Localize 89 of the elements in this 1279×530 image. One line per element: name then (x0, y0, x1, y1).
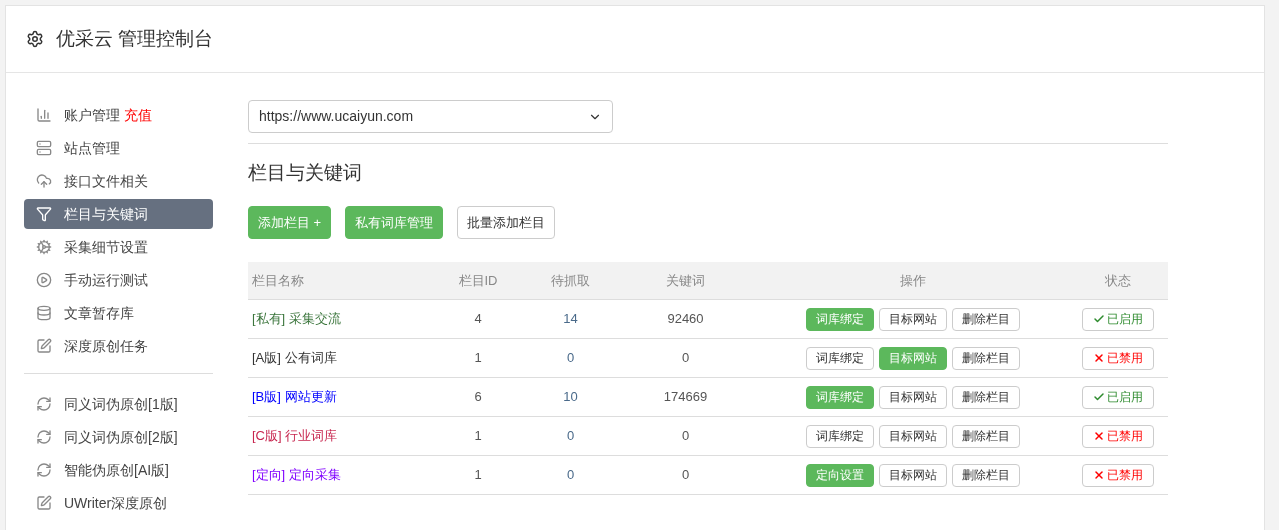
sidebar-item[interactable]: 深度原创任务 (24, 331, 213, 361)
recharge-link[interactable]: 充值 (124, 104, 152, 126)
server-icon (36, 140, 52, 156)
table-cell: 1 (474, 467, 482, 483)
sidebar-item[interactable]: 智能伪原创[AI版] (24, 455, 213, 485)
check-icon (1093, 313, 1105, 325)
column-name[interactable]: [C版] 行业词库 (252, 428, 338, 444)
table-cell: 4 (474, 311, 482, 327)
table-cell: 10 (563, 389, 578, 405)
cloud-upload-icon (36, 173, 52, 189)
status-button[interactable]: 已禁用 (1082, 424, 1154, 448)
status-button[interactable]: 已启用 (1082, 307, 1154, 331)
row-action-button[interactable]: 删除栏目 (952, 463, 1020, 487)
sidebar-label: 同义词伪原创[2版] (64, 427, 178, 447)
row-action-button[interactable]: 目标网站 (879, 307, 947, 331)
table-cell: 0 (566, 428, 575, 444)
sidebar-item[interactable]: 文章暂存库 (24, 298, 213, 328)
sidebar-item[interactable]: UWriter深度原创 (24, 488, 213, 518)
table-cell: 0 (566, 350, 575, 366)
row-action-button[interactable]: 目标网站 (879, 463, 947, 487)
column-name[interactable]: [定向] 定向采集 (252, 467, 341, 483)
column-header: 状态 (1104, 271, 1132, 290)
table-cell: 1 (474, 350, 482, 366)
cross-icon (1093, 430, 1105, 442)
column-header: 待抓取 (550, 271, 591, 290)
edit-icon (36, 338, 52, 354)
column-name[interactable]: [A版] 公有词库 (252, 350, 337, 366)
column-name[interactable]: [私有] 采集交流 (252, 311, 341, 327)
table-cell: 14 (563, 311, 578, 327)
column-header: 栏目名称 (251, 271, 305, 290)
table-cell: 0 (566, 467, 575, 483)
table-cell: 0 (681, 467, 690, 483)
gears-icon (36, 239, 52, 255)
filter-icon (36, 206, 52, 222)
sidebar-label: 账户管理 (64, 105, 120, 125)
database-icon (36, 305, 52, 321)
sidebar-label: UWriter深度原创 (64, 493, 168, 513)
cross-icon (1093, 469, 1105, 481)
sidebar-item[interactable]: 手动运行测试 (24, 265, 213, 295)
sidebar-item[interactable]: 采集细节设置 (24, 232, 213, 262)
section-title: 栏目与关键词 (248, 161, 363, 185)
row-action-button[interactable]: 词库绑定 (806, 346, 874, 370)
row-action-button[interactable]: 删除栏目 (952, 307, 1020, 331)
sidebar-label: 深度原创任务 (64, 336, 148, 356)
play-icon (36, 272, 52, 288)
sidebar-item[interactable]: 站点管理 (24, 133, 213, 163)
sidebar-label: 智能伪原创[AI版] (64, 460, 169, 480)
sidebar-label: 采集细节设置 (64, 237, 148, 257)
app-title: 优采云 管理控制台 (56, 26, 214, 51)
refresh-icon (36, 396, 52, 412)
sidebar-label: 接口文件相关 (64, 171, 148, 191)
sidebar-item[interactable]: 同义词伪原创[1版] (24, 389, 213, 419)
sidebar-item[interactable]: 同义词伪原创[2版] (24, 422, 213, 452)
sidebar-label: 同义词伪原创[1版] (64, 394, 178, 414)
column-header: 操作 (899, 271, 927, 290)
sidebar-item[interactable]: 接口文件相关 (24, 166, 213, 196)
row-action-button[interactable]: 删除栏目 (952, 385, 1020, 409)
table-cell: 174669 (663, 389, 708, 405)
toolbar-button[interactable]: 批量添加栏目 (457, 206, 556, 239)
column-name[interactable]: [B版] 网站更新 (252, 389, 337, 405)
sidebar-item[interactable]: 账户管理 充值 (24, 100, 213, 130)
row-action-button[interactable]: 删除栏目 (952, 424, 1020, 448)
settings-icon (26, 30, 44, 48)
table-cell: 1 (474, 428, 482, 444)
status-button[interactable]: 已启用 (1082, 385, 1154, 409)
table-cell: 92460 (667, 311, 704, 327)
column-header: 关键词 (665, 271, 706, 290)
cross-icon (1093, 352, 1105, 364)
sidebar-label: 手动运行测试 (64, 270, 148, 290)
bar-chart-icon (36, 107, 52, 123)
site-select[interactable]: https://www.ucaiyun.com (248, 100, 613, 133)
row-action-button[interactable]: 目标网站 (879, 424, 947, 448)
check-icon (1093, 391, 1105, 403)
refresh-icon (36, 462, 52, 478)
sidebar-label: 栏目与关键词 (64, 204, 148, 224)
sidebar-item[interactable]: 栏目与关键词 (24, 199, 213, 229)
table-cell: 6 (474, 389, 482, 405)
row-action-button[interactable]: 删除栏目 (952, 346, 1020, 370)
refresh-icon (36, 429, 52, 445)
row-action-button[interactable]: 目标网站 (879, 385, 947, 409)
table-cell: 0 (681, 350, 690, 366)
column-header: 栏目ID (457, 271, 499, 290)
sidebar-label: 文章暂存库 (64, 303, 134, 323)
status-button[interactable]: 已禁用 (1082, 463, 1154, 487)
sidebar-label: 站点管理 (64, 138, 120, 158)
table-cell: 0 (681, 428, 690, 444)
status-button[interactable]: 已禁用 (1082, 346, 1154, 370)
edit-icon (36, 495, 52, 511)
row-action-button[interactable]: 词库绑定 (806, 424, 874, 448)
